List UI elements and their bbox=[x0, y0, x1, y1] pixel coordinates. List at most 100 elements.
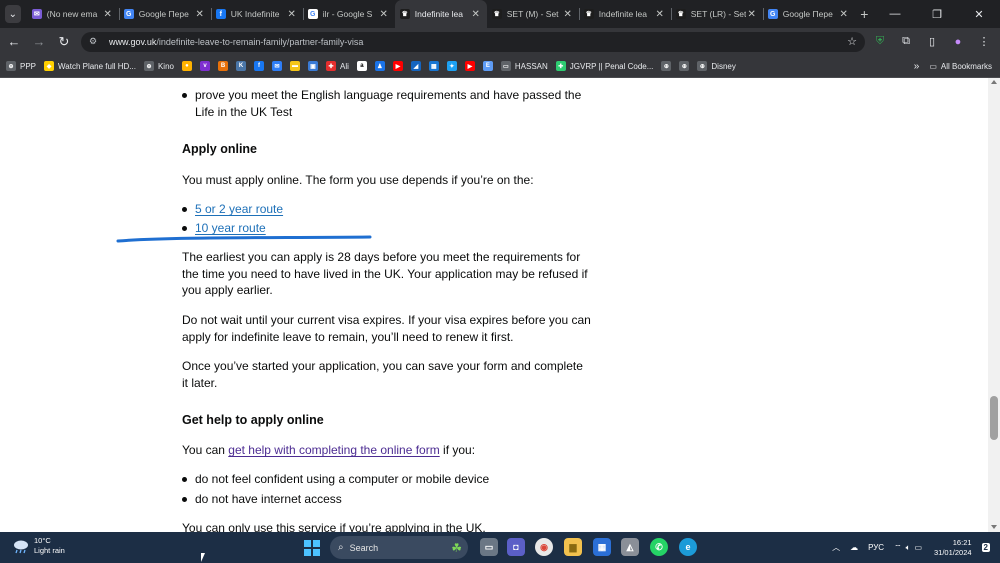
site-info-icon[interactable]: ⚙ bbox=[89, 36, 103, 47]
notification-icon[interactable]: 2 bbox=[981, 543, 990, 552]
five-or-two-year-route-link[interactable]: 5 or 2 year route bbox=[195, 202, 283, 216]
browser-tab[interactable]: Gilr - Google S ✕ bbox=[302, 0, 395, 28]
weather-widget[interactable]: 10°C Light rain bbox=[12, 536, 65, 556]
tab-list: ✉ (No new ema ✕ G Google Пере ✕ f UK Indefinite… bbox=[27, 0, 855, 28]
bookmark-item[interactable]: ◆ Watch Plane full HD... bbox=[44, 61, 136, 71]
new-tab-button[interactable]: + bbox=[855, 6, 874, 22]
bookmark-item[interactable]: f bbox=[253, 61, 264, 71]
restore-button[interactable]: ❐ bbox=[916, 0, 958, 28]
browser-tab[interactable]: ♛ Indefinite lea ✕ bbox=[394, 0, 487, 28]
all-bookmarks-button[interactable]: ▭ All Bookmarks bbox=[929, 62, 992, 71]
tab-close-icon[interactable]: ✕ bbox=[194, 9, 206, 20]
scroll-up-arrow-icon[interactable] bbox=[991, 80, 997, 84]
bookmark-favicon-icon: a bbox=[356, 61, 367, 71]
bookmark-item[interactable]: ⊕ bbox=[679, 61, 690, 71]
bookmark-item[interactable]: ▭ HASSAN bbox=[500, 61, 548, 71]
tab-close-icon[interactable]: ✕ bbox=[562, 9, 574, 20]
edge-icon[interactable]: e bbox=[679, 538, 697, 556]
bookmark-item[interactable]: ▶ bbox=[464, 61, 475, 71]
onedrive-icon[interactable]: ☁ bbox=[850, 543, 858, 552]
teams-chat-icon[interactable]: ◘ bbox=[507, 538, 525, 556]
bookmark-item[interactable]: ▬ bbox=[289, 61, 300, 71]
browser-tab[interactable]: ♛ SET (LR) - Set ✕ bbox=[670, 0, 763, 28]
bookmark-item[interactable]: ● bbox=[181, 61, 192, 71]
clock[interactable]: 16:21 31/01/2024 bbox=[934, 538, 972, 558]
bookmark-item[interactable]: ◢ bbox=[410, 61, 421, 71]
battery-icon[interactable]: ▭ bbox=[914, 543, 922, 552]
reload-button[interactable]: ↻ bbox=[53, 31, 75, 53]
bookmark-item[interactable]: v bbox=[199, 61, 210, 71]
bookmark-favicon-icon: ♟ bbox=[374, 61, 385, 71]
bookmark-item[interactable]: ▣ bbox=[307, 61, 318, 71]
bookmark-item[interactable]: ♟ bbox=[374, 61, 385, 71]
browser-tab[interactable]: ✉ (No new ema ✕ bbox=[27, 0, 119, 28]
scroll-thumb[interactable] bbox=[990, 396, 998, 440]
bookmark-item[interactable]: K bbox=[235, 61, 246, 71]
forward-button[interactable]: → bbox=[28, 31, 50, 53]
browser-tab[interactable]: ♛ SET (M) - Set ✕ bbox=[487, 0, 579, 28]
browser-tab[interactable]: f UK Indefinite ✕ bbox=[210, 0, 303, 28]
extensions-puzzle-icon[interactable]: ⧉ bbox=[895, 35, 917, 48]
tab-title: Indefinite lea bbox=[598, 9, 647, 19]
bookmark-item[interactable]: ▶ bbox=[392, 61, 403, 71]
bookmark-item[interactable]: ⊕ bbox=[661, 61, 672, 71]
menu-kebab-icon[interactable]: ⋮ bbox=[973, 35, 995, 48]
app-icon[interactable]: ◭ bbox=[621, 538, 639, 556]
address-bar[interactable]: ⚙ www.gov.uk/indefinite-leave-to-remain-… bbox=[81, 31, 865, 52]
scroll-down-arrow-icon[interactable] bbox=[991, 525, 997, 529]
browser-tab[interactable]: G Google Пере ✕ bbox=[762, 0, 855, 28]
task-view-icon[interactable]: ▭ bbox=[480, 538, 498, 556]
tab-search-button[interactable]: ⌄ bbox=[5, 5, 21, 23]
tab-close-icon[interactable]: ✕ bbox=[102, 9, 114, 20]
file-explorer-icon[interactable]: ▆ bbox=[564, 538, 582, 556]
taskbar-search-box[interactable]: ⌕ Search ☘ bbox=[330, 536, 468, 559]
minimize-button[interactable]: — bbox=[874, 0, 916, 28]
bookmark-item[interactable]: ✉ bbox=[271, 61, 282, 71]
browser-tab[interactable]: ♛ Indefinite lea ✕ bbox=[578, 0, 671, 28]
bookmark-item[interactable]: ⊕ Kino bbox=[143, 61, 174, 71]
tab-close-icon[interactable]: ✕ bbox=[470, 9, 482, 20]
bullet-dot bbox=[182, 497, 187, 502]
back-button[interactable]: ← bbox=[3, 31, 25, 53]
side-panel-icon[interactable]: ▯ bbox=[921, 35, 943, 48]
volume-icon[interactable]: 🔈︎ bbox=[906, 543, 911, 553]
bullet-dot bbox=[182, 207, 187, 212]
chrome-icon[interactable]: ◉ bbox=[535, 538, 553, 556]
tab-close-icon[interactable]: ✕ bbox=[746, 9, 758, 20]
bookmark-item[interactable]: ⊕ Disney bbox=[697, 61, 736, 71]
tab-favicon-icon: G bbox=[307, 9, 318, 19]
bookmark-item[interactable]: E bbox=[482, 61, 493, 71]
show-hidden-icons-chevron-icon[interactable]: ︿ bbox=[832, 542, 840, 553]
bookmark-item[interactable]: ✚ Ali bbox=[325, 61, 349, 71]
bookmarks-overflow-chevron-icon[interactable]: » bbox=[914, 61, 920, 72]
input-language[interactable]: РУС bbox=[868, 543, 884, 552]
browser-tab[interactable]: G Google Пере ✕ bbox=[118, 0, 211, 28]
time: 16:21 bbox=[952, 537, 972, 547]
whatsapp-icon[interactable]: ✆ bbox=[650, 538, 668, 556]
tab-close-icon[interactable]: ✕ bbox=[378, 9, 390, 20]
windows-start-button[interactable] bbox=[304, 540, 320, 556]
bookmark-item[interactable]: B bbox=[217, 61, 228, 71]
tab-close-icon[interactable]: ✕ bbox=[654, 9, 666, 20]
bookmark-item[interactable]: ⊕ PPP bbox=[6, 61, 36, 71]
bookmark-favicon-icon: ⊕ bbox=[143, 61, 154, 71]
calendar-icon[interactable]: ▦ bbox=[593, 538, 611, 556]
tab-title: SET (LR) - Set bbox=[690, 9, 746, 19]
bullet-dot bbox=[182, 93, 187, 98]
bookmarks-bar: ⊕ PPP ◆ Watch Plane full HD... ⊕ Kino ● v B Kf ✉ ▬ ▣… bbox=[0, 55, 1000, 78]
get-help-link[interactable]: get help with completing the online form bbox=[228, 443, 439, 457]
tab-close-icon[interactable]: ✕ bbox=[286, 9, 298, 20]
shield-extension-icon[interactable]: ⛨ bbox=[869, 35, 891, 48]
bookmark-item[interactable]: ✚ JGVRP || Penal Code... bbox=[555, 61, 653, 71]
bookmark-item[interactable]: ✦ bbox=[446, 61, 457, 71]
bookmark-item[interactable]: a bbox=[356, 61, 367, 71]
bookmark-item[interactable]: ▦ bbox=[428, 61, 439, 71]
tab-close-icon[interactable]: ✕ bbox=[838, 9, 850, 20]
bookmark-favicon-icon: ✦ bbox=[446, 61, 457, 71]
tab-title: UK Indefinite bbox=[230, 9, 280, 19]
bookmark-star-icon[interactable]: ☆ bbox=[847, 35, 857, 48]
profile-avatar[interactable]: ● bbox=[947, 36, 969, 48]
page-scrollbar[interactable] bbox=[988, 78, 1000, 532]
wifi-icon[interactable]: ⌔ bbox=[894, 543, 902, 553]
close-window-button[interactable]: ✕ bbox=[958, 0, 1000, 28]
